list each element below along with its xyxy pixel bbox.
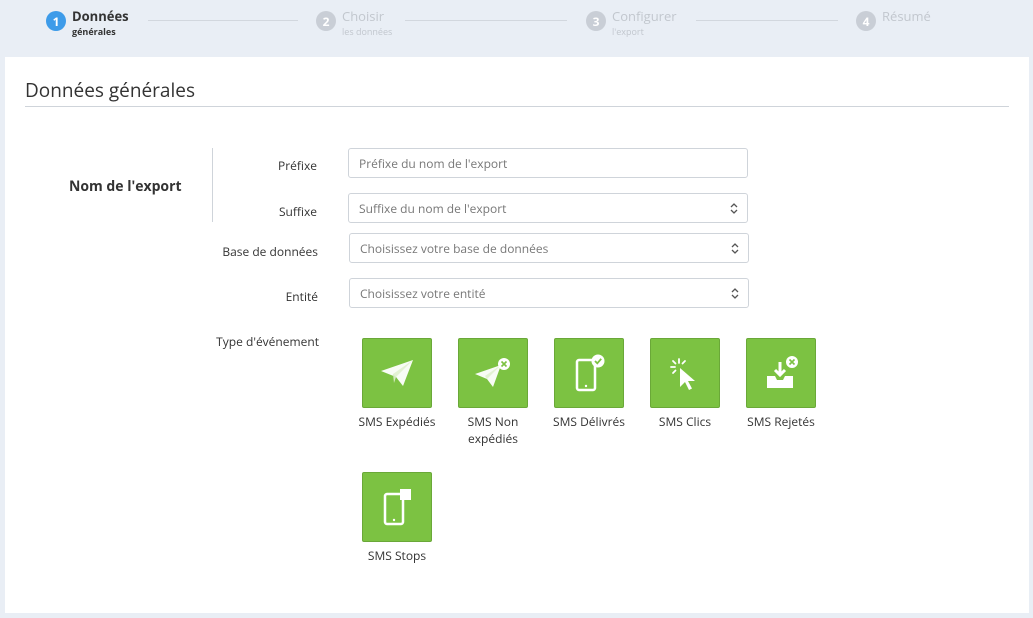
tile-label: SMS Délivrés (553, 413, 625, 430)
phone-stop-icon (383, 489, 411, 526)
step-number: 2 (316, 11, 336, 31)
tile-label: SMS Stops (367, 547, 427, 564)
step-connector (696, 20, 838, 21)
paper-plane-x-icon (475, 358, 510, 387)
event-tile-sms-sent[interactable]: SMS Expédiés (352, 338, 442, 430)
tile-icon-box (458, 338, 528, 408)
database-placeholder: Choisissez votre base de données (360, 239, 549, 257)
tile-icon-box (650, 338, 720, 408)
entity-placeholder: Choisissez votre entité (360, 284, 486, 302)
tile-icon-box (362, 472, 432, 542)
event-tile-sms-delivered[interactable]: SMS Délivrés (544, 338, 634, 430)
event-tile-sms-stops[interactable]: SMS Stops (352, 472, 442, 564)
paper-plane-icon (381, 360, 413, 386)
prefix-placeholder: Préfixe du nom de l'export (359, 154, 508, 172)
chevron-updown-icon (730, 203, 738, 214)
suffix-placeholder: Suffixe du nom de l'export (359, 199, 507, 217)
event-tile-sms-rejected[interactable]: SMS Rejetés (736, 338, 826, 430)
event-tile-sms-not-sent[interactable]: SMS Non expédiés (448, 338, 538, 447)
step-number: 1 (46, 11, 66, 31)
event-tile-sms-clicks[interactable]: SMS Clics (640, 338, 730, 430)
step-configure-export[interactable]: 3 Configurer l'export (586, 10, 677, 36)
chevron-updown-icon (731, 243, 739, 254)
export-name-group-label: Nom de l'export (69, 177, 182, 196)
prefix-input[interactable]: Préfixe du nom de l'export (348, 148, 748, 178)
inbox-x-icon (767, 356, 798, 388)
wizard-stepper: 1 Données générales 2 Choisir les donnée… (0, 0, 1033, 55)
tile-icon-box (362, 338, 432, 408)
step-connector (148, 20, 298, 21)
tile-label: SMS Expédiés (358, 413, 436, 430)
tile-label: SMS Non expédiés (467, 413, 519, 447)
suffix-label: Suffixe (278, 203, 317, 220)
tile-label: SMS Clics (658, 413, 712, 430)
suffix-select[interactable]: Suffixe du nom de l'export (348, 193, 748, 223)
event-type-label: Type d'événement (216, 333, 319, 350)
entity-select[interactable]: Choisissez votre entité (349, 278, 749, 308)
step-number: 4 (856, 11, 876, 31)
database-label: Base de données (222, 243, 318, 260)
step-number: 3 (586, 11, 606, 31)
step-title: Données (72, 7, 129, 25)
phone-check-icon (575, 354, 605, 392)
database-select[interactable]: Choisissez votre base de données (349, 233, 749, 263)
step-general-data[interactable]: 1 Données générales (46, 10, 129, 36)
chevron-updown-icon (731, 288, 739, 299)
entity-label: Entité (285, 288, 318, 305)
step-subtitle: l'export (612, 25, 644, 38)
cursor-click-icon (670, 358, 695, 390)
step-title: Résumé (882, 7, 931, 25)
prefix-label: Préfixe (278, 157, 317, 174)
title-divider (25, 106, 1009, 107)
step-connector (405, 20, 567, 21)
step-title: Configurer (612, 7, 677, 25)
tile-icon-box (746, 338, 816, 408)
step-summary[interactable]: 4 Résumé (856, 10, 931, 31)
step-choose-data[interactable]: 2 Choisir les données (316, 10, 392, 36)
tile-label: SMS Rejetés (747, 413, 815, 430)
step-subtitle: les données (342, 25, 393, 38)
page-title: Données générales (25, 77, 195, 103)
step-subtitle: générales (72, 25, 116, 38)
tile-icon-box (554, 338, 624, 408)
step-title: Choisir (342, 7, 385, 25)
general-data-card: Données générales Nom de l'export Préfix… (5, 57, 1029, 613)
